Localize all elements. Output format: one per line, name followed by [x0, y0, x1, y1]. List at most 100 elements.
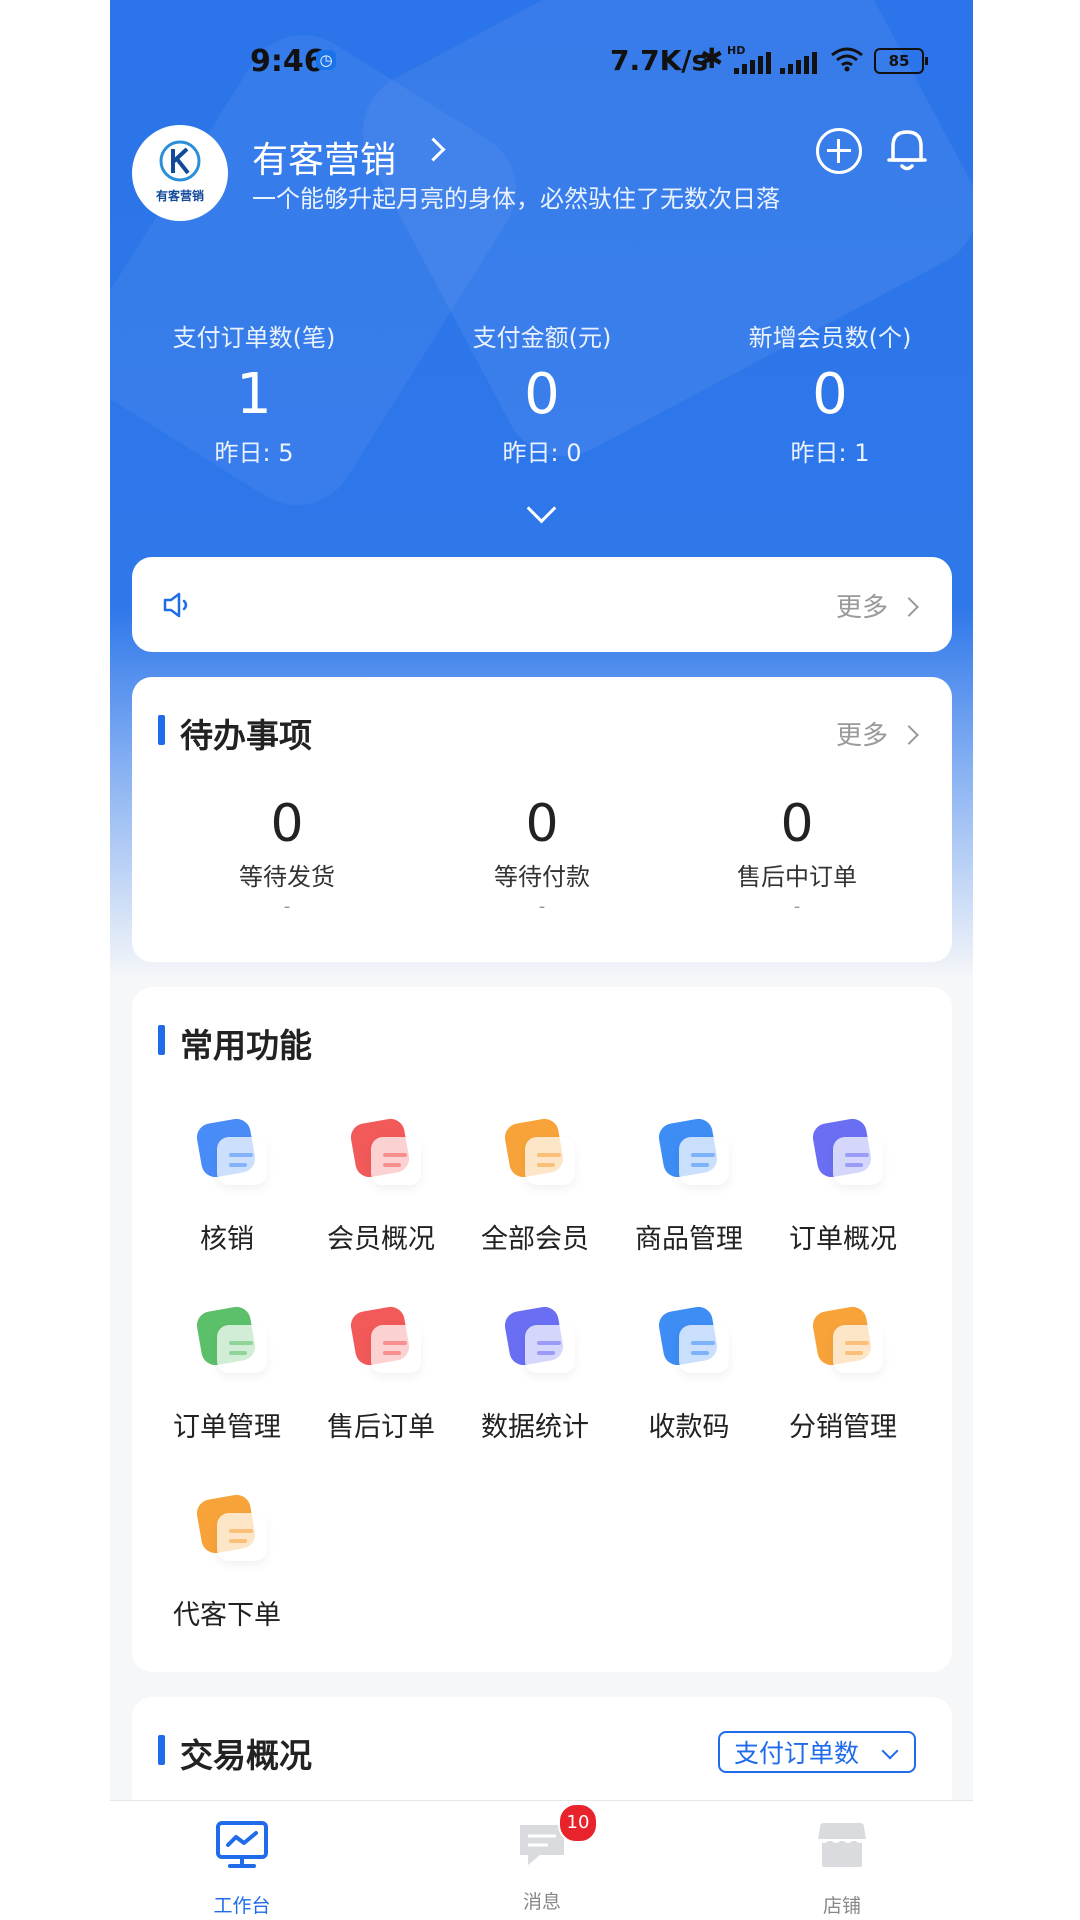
icon-line — [845, 1341, 869, 1345]
function-item[interactable]: 收款码 — [614, 1304, 764, 1445]
stat-paid-orders[interactable]: 支付订单数(笔) 1 昨日: 5 — [110, 318, 398, 468]
icon-line — [845, 1163, 863, 1167]
icon-front-shape — [833, 1325, 883, 1373]
todo-label: 等待付款 — [494, 863, 590, 891]
workbench-icon — [216, 1821, 268, 1868]
icon-line — [691, 1163, 709, 1167]
function-item[interactable]: 数据统计 — [460, 1304, 610, 1445]
todo-more-link[interactable]: 更多 — [835, 715, 919, 752]
signal-icon — [734, 52, 774, 74]
todo-item-awaiting-payment[interactable]: 0 等待付款 - — [412, 795, 672, 917]
message-icon-wrap: 10 — [514, 1803, 598, 1871]
icon-line — [383, 1153, 407, 1157]
todo-item-awaiting-shipment[interactable]: 0 等待发货 - — [157, 795, 417, 917]
icon-line — [537, 1341, 561, 1345]
store-name[interactable]: 有客营销 — [252, 131, 396, 183]
function-label: 数据统计 — [481, 1412, 589, 1443]
after-sale-icon — [348, 1304, 425, 1377]
functions-title: 常用功能 — [158, 1019, 312, 1067]
stat-label: 支付订单数(笔) — [172, 324, 336, 352]
icon-front-shape — [371, 1137, 421, 1185]
todo-label: 等待发货 — [239, 863, 335, 891]
todo-sub: - — [793, 896, 801, 917]
function-label: 核销 — [200, 1224, 254, 1255]
notice-more-link[interactable]: 更多 — [835, 587, 919, 624]
function-item[interactable]: 售后订单 — [306, 1304, 456, 1445]
icon-line — [229, 1153, 253, 1157]
function-label: 会员概况 — [327, 1224, 435, 1255]
function-item[interactable]: 商品管理 — [614, 1116, 764, 1257]
function-label: 订单概况 — [789, 1224, 897, 1255]
function-item[interactable]: 会员概况 — [306, 1116, 456, 1257]
metric-select[interactable]: 支付订单数 — [718, 1731, 916, 1773]
function-item[interactable]: 订单概况 — [768, 1116, 918, 1257]
icon-line — [845, 1351, 863, 1355]
bottom-tab-bar: 工作台 10 消息 店铺 — [110, 1800, 973, 1920]
distribution-icon — [810, 1304, 887, 1377]
alarm-icon: ◷ — [316, 50, 336, 70]
stat-yesterday: 昨日: 0 — [502, 439, 582, 467]
function-label: 收款码 — [648, 1412, 730, 1443]
icon-front-shape — [371, 1325, 421, 1373]
stat-label: 支付金额(元) — [472, 324, 612, 352]
order-overview-icon — [810, 1116, 887, 1189]
icon-front-shape — [525, 1137, 575, 1185]
stat-yesterday: 昨日: 1 — [790, 439, 870, 467]
function-item[interactable]: 全部会员 — [460, 1116, 610, 1257]
cart-icon — [656, 1116, 733, 1189]
stat-value: 1 — [236, 362, 272, 427]
tab-label: 工作台 — [213, 1895, 271, 1917]
icon-line — [845, 1153, 869, 1157]
store-icon — [818, 1823, 866, 1867]
payment-code-icon — [656, 1304, 733, 1377]
todo-card: 待办事项 更多 0 等待发货 - 0 等待付款 - 0 售后中订单 - — [132, 677, 952, 962]
stat-yesterday: 昨日: 5 — [214, 439, 294, 467]
order-manage-icon — [194, 1304, 271, 1377]
todo-item-after-sale[interactable]: 0 售后中订单 - — [667, 795, 927, 917]
icon-line — [691, 1341, 715, 1345]
bluetooth-icon: ✱ — [700, 42, 724, 75]
icon-line — [229, 1529, 253, 1533]
function-item[interactable]: 订单管理 — [152, 1304, 302, 1445]
store-motto: 一个能够升起月亮的身体，必然驮住了无数次日落 — [252, 185, 780, 213]
icon-line — [537, 1351, 555, 1355]
icon-line — [229, 1163, 247, 1167]
icon-front-shape — [217, 1513, 267, 1561]
tab-messages[interactable]: 10 消息 — [462, 1803, 622, 1914]
function-label: 售后订单 — [327, 1412, 435, 1443]
icon-front-shape — [525, 1325, 575, 1373]
stat-label: 新增会员数(个) — [748, 324, 912, 352]
function-item[interactable]: 分销管理 — [768, 1304, 918, 1445]
add-button[interactable] — [816, 128, 862, 174]
today-stats: 支付订单数(笔) 1 昨日: 5 支付金额(元) 0 昨日: 0 新增会员数(个… — [110, 318, 973, 478]
member-overview-icon — [348, 1116, 425, 1189]
icon-line — [229, 1351, 247, 1355]
metric-select-value: 支付订单数 — [734, 1739, 860, 1768]
icon-line — [691, 1351, 709, 1355]
icon-line — [383, 1351, 401, 1355]
function-label: 全部会员 — [481, 1224, 589, 1255]
proxy-order-icon — [194, 1492, 271, 1565]
store-logo[interactable]: 有客营销 — [132, 125, 228, 221]
function-label: 订单管理 — [173, 1412, 281, 1443]
stat-new-members[interactable]: 新增会员数(个) 0 昨日: 1 — [686, 318, 973, 468]
more-label: 更多 — [835, 721, 888, 751]
function-item[interactable]: 核销 — [152, 1116, 302, 1257]
icon-line — [229, 1341, 253, 1345]
stat-paid-amount[interactable]: 支付金额(元) 0 昨日: 0 — [398, 318, 686, 468]
bell-icon[interactable] — [885, 126, 929, 174]
wifi-icon — [831, 47, 863, 72]
chevron-right-icon — [899, 596, 919, 617]
network-speed: 7.7K/s — [610, 44, 709, 77]
tab-workbench[interactable]: 工作台 — [162, 1819, 322, 1918]
function-item[interactable]: 代客下单 — [152, 1492, 302, 1633]
icon-front-shape — [679, 1137, 729, 1185]
stat-value: 0 — [812, 362, 848, 427]
icon-line — [537, 1163, 555, 1167]
tab-store[interactable]: 店铺 — [762, 1819, 922, 1918]
verify-icon — [194, 1116, 271, 1189]
more-label: 更多 — [835, 593, 888, 623]
todo-count: 0 — [780, 794, 814, 854]
all-members-icon — [502, 1116, 579, 1189]
notice-bar[interactable]: 更多 — [132, 557, 952, 652]
